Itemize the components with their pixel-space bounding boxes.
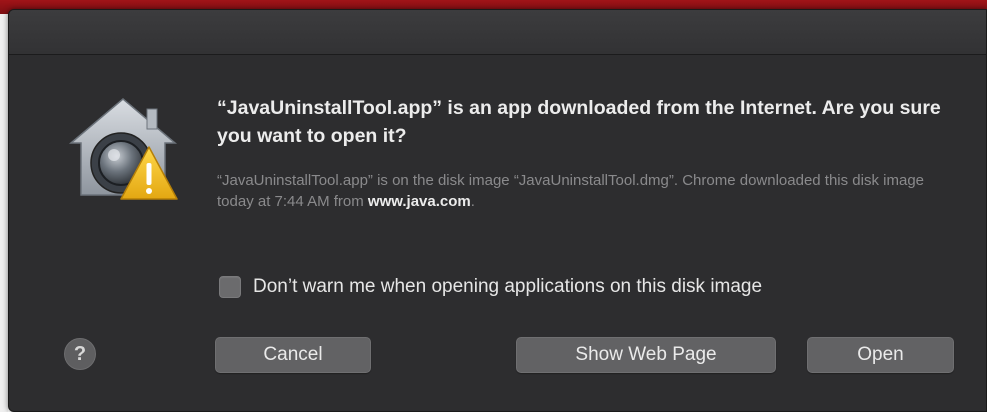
- gatekeeper-warning-icon: [61, 95, 181, 205]
- dont-warn-checkbox[interactable]: [219, 276, 241, 298]
- open-button[interactable]: Open: [807, 337, 954, 373]
- dialog-info-text: “JavaUninstallTool.app” is on the disk i…: [217, 170, 957, 212]
- dont-warn-row[interactable]: Don’t warn me when opening applications …: [219, 274, 762, 300]
- info-domain: www.java.com: [367, 193, 471, 210]
- gatekeeper-dialog: “JavaUninstallTool.app” is an app downlo…: [8, 9, 987, 412]
- dialog-headline: “JavaUninstallTool.app” is an app downlo…: [217, 97, 941, 147]
- screen: “JavaUninstallTool.app” is an app downlo…: [0, 0, 987, 412]
- background-window-edge: [0, 14, 8, 412]
- dialog-titlebar: [9, 10, 986, 55]
- help-button[interactable]: ?: [64, 338, 96, 370]
- cancel-button[interactable]: Cancel: [215, 337, 371, 373]
- dont-warn-label[interactable]: Don’t warn me when opening applications …: [253, 276, 762, 298]
- info-period: .: [470, 193, 475, 210]
- info-description: “JavaUninstallTool.app” is on the disk i…: [217, 172, 925, 210]
- show-web-page-button[interactable]: Show Web Page: [516, 337, 776, 373]
